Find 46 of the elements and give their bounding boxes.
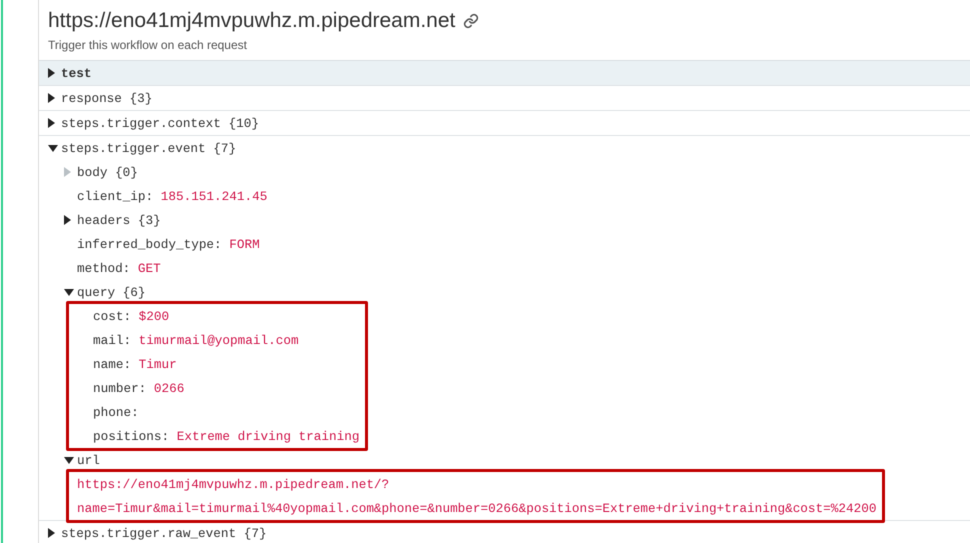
tree-value: timurmail@yopmail.com <box>138 332 299 348</box>
tree-key: client_ip: <box>77 188 154 204</box>
caret-down-icon[interactable] <box>64 288 74 296</box>
item-count: {10} <box>228 116 259 130</box>
item-count: {7} <box>244 526 267 540</box>
tree-row[interactable]: test <box>39 61 970 86</box>
trigger-description: Trigger this workflow on each request <box>48 38 248 52</box>
url-value: name=Timur&mail=timurmail%40yopmail.com&phone=&number=0266&positions=Extreme+driving+training&cost=%24200 <box>76 500 876 518</box>
tree-key[interactable]: headers <box>77 212 130 228</box>
tree-value: Extreme driving training <box>176 428 360 444</box>
item-count: {3} <box>138 212 161 228</box>
tree-key: name: <box>93 356 132 372</box>
caret-right-icon[interactable] <box>48 118 55 128</box>
endpoint-url: https://eno41mj4mvpuwhz.m.pipedream.net <box>48 9 456 33</box>
tree-key[interactable]: test <box>61 66 92 80</box>
caret-right-icon[interactable] <box>64 215 71 225</box>
tree-key: cost: <box>93 308 132 324</box>
caret-right-icon[interactable] <box>48 93 55 103</box>
link-icon[interactable] <box>463 13 480 29</box>
tree-value: FORM <box>229 236 260 252</box>
tree-key[interactable]: url <box>77 452 100 468</box>
item-count: {7} <box>213 140 236 156</box>
tree-key[interactable]: steps.trigger.context <box>61 116 221 130</box>
tree-key[interactable]: steps.trigger.event <box>61 140 206 156</box>
caret-right-icon[interactable] <box>48 528 55 538</box>
caret-down-icon[interactable] <box>64 456 74 464</box>
item-count: {6} <box>122 284 146 300</box>
item-count: {0} <box>115 164 138 180</box>
tree-key[interactable]: steps.trigger.raw_event <box>61 526 236 540</box>
tree-key[interactable]: query <box>77 284 116 300</box>
item-count: {3} <box>130 90 152 106</box>
tree-key: method: <box>77 260 130 276</box>
tree-key: phone: <box>93 404 139 420</box>
caret-right-icon[interactable] <box>48 68 55 78</box>
tree-key[interactable]: response <box>61 90 122 106</box>
tree-value: Timur <box>138 356 177 372</box>
tree-key: number: <box>93 380 146 396</box>
tree-value: $200 <box>138 308 170 324</box>
caret-down-icon[interactable] <box>48 144 58 152</box>
url-value: https://eno41mj4mvpuwhz.m.pipedream.net/? <box>76 476 390 494</box>
tree-value: GET <box>138 260 161 276</box>
tree-key: inferred_body_type: <box>77 236 222 252</box>
tree-value: 0266 <box>154 380 184 396</box>
tree-key: positions: <box>93 428 170 444</box>
tree-key: mail: <box>93 332 132 348</box>
tree-value: 185.151.241.45 <box>160 188 268 204</box>
